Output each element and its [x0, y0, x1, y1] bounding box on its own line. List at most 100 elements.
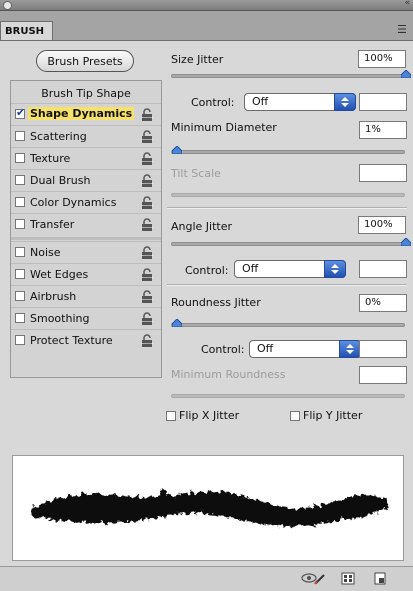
lock-icon[interactable] [141, 174, 153, 187]
select-arrows-icon [324, 260, 346, 278]
angle-jitter-slider[interactable] [171, 238, 411, 246]
list-item-scattering[interactable]: Scattering [11, 125, 161, 147]
checkbox-protect-texture[interactable] [15, 335, 25, 345]
minimum-diameter-slider[interactable] [171, 146, 405, 154]
lock-icon[interactable] [141, 312, 153, 325]
bottom-toolbar [0, 566, 413, 591]
tab-row: BRUSH ☰ [0, 11, 413, 41]
tab-brush[interactable]: BRUSH [0, 21, 53, 40]
brush-presets-button[interactable]: Brush Presets [36, 50, 134, 72]
select-arrows-icon [334, 93, 356, 111]
new-preset-icon[interactable] [373, 572, 387, 585]
flip-x-checkbox[interactable] [166, 411, 176, 421]
list-item-shape-dynamics[interactable]: Shape Dynamics [11, 103, 161, 125]
slider-thumb-icon[interactable] [401, 70, 411, 78]
slider-thumb-icon[interactable] [172, 146, 182, 154]
size-control-label: Control: [191, 96, 235, 109]
roundness-control-select[interactable]: Off [249, 340, 361, 358]
list-item-label: Smoothing [30, 312, 90, 325]
double-arrow-icon[interactable]: « [404, 0, 410, 8]
brush-stroke-image [31, 489, 389, 527]
list-item-dual-brush[interactable]: Dual Brush [11, 169, 161, 191]
list-item-label: Protect Texture [30, 334, 113, 347]
flip-y-checkbox[interactable] [290, 411, 300, 421]
list-item-label: Transfer [30, 218, 75, 231]
checkbox-noise[interactable] [15, 247, 25, 257]
list-item-protect-texture[interactable]: Protect Texture [11, 329, 161, 351]
size-control-field[interactable] [359, 93, 407, 111]
brush-panel: « BRUSH ☰ Brush Presets Brush Tip Shape … [0, 0, 413, 591]
list-item-noise[interactable]: Noise [11, 241, 161, 263]
list-item-label: Airbrush [30, 290, 77, 303]
size-jitter-label: Size Jitter [171, 53, 224, 66]
list-item-smoothing[interactable]: Smoothing [11, 307, 161, 329]
checkbox-airbrush[interactable] [15, 291, 25, 301]
size-jitter-slider[interactable] [171, 70, 411, 78]
checkbox-transfer[interactable] [15, 219, 25, 229]
list-separator [11, 237, 161, 240]
lock-icon[interactable] [141, 246, 153, 259]
close-dot-icon[interactable] [3, 1, 12, 10]
flip-y-label: Flip Y Jitter [303, 409, 363, 422]
lock-icon[interactable] [141, 152, 153, 165]
flip-x-label: Flip X Jitter [179, 409, 240, 422]
checkbox-dual-brush[interactable] [15, 175, 25, 185]
angle-jitter-label: Angle Jitter [171, 220, 233, 233]
size-control-select[interactable]: Off [244, 93, 356, 111]
list-item-label: Scattering [30, 130, 87, 143]
toggle-live-tip-icon[interactable] [301, 572, 327, 585]
list-item-label: Texture [30, 152, 71, 165]
list-item-label: Shape Dynamics [28, 107, 135, 120]
select-arrows-icon [339, 340, 361, 358]
checkbox-texture[interactable] [15, 153, 25, 163]
brush-tip-shape-item[interactable]: Brush Tip Shape [11, 87, 161, 100]
checkbox-smoothing[interactable] [15, 313, 25, 323]
brush-settings-list: Brush Tip Shape Shape Dynamics Scattering… [10, 80, 162, 378]
roundness-control-label: Control: [201, 343, 245, 356]
lock-icon[interactable] [141, 268, 153, 281]
lock-icon[interactable] [141, 130, 153, 143]
slider-thumb-icon[interactable] [172, 319, 182, 327]
roundness-jitter-field[interactable]: 0% [359, 294, 407, 312]
list-item-label: Dual Brush [30, 174, 91, 187]
roundness-jitter-label: Roundness Jitter [171, 296, 261, 309]
panel-menu-icon[interactable]: ☰ [397, 24, 409, 35]
checkbox-color-dynamics[interactable] [15, 197, 25, 207]
list-item-color-dynamics[interactable]: Color Dynamics [11, 191, 161, 213]
list-item-wet-edges[interactable]: Wet Edges [11, 263, 161, 285]
angle-control-value: Off [242, 262, 259, 275]
roundness-control-field[interactable] [359, 340, 407, 358]
lock-icon[interactable] [141, 218, 153, 231]
roundness-jitter-slider[interactable] [171, 319, 405, 327]
slider-thumb-icon[interactable] [401, 238, 411, 246]
angle-control-field[interactable] [359, 260, 407, 278]
list-item-label: Color Dynamics [30, 196, 117, 209]
lock-icon[interactable] [141, 108, 153, 121]
list-item-label: Noise [30, 246, 61, 259]
lock-icon[interactable] [141, 290, 153, 303]
list-item-texture[interactable]: Texture [11, 147, 161, 169]
checkbox-scattering[interactable] [15, 131, 25, 141]
minimum-diameter-label: Minimum Diameter [171, 121, 277, 134]
list-item-label: Wet Edges [30, 268, 89, 281]
panel-titlebar[interactable]: « [0, 0, 413, 11]
minimum-roundness-slider [171, 394, 405, 398]
size-jitter-field[interactable]: 100% [358, 50, 406, 68]
tilt-scale-label: Tilt Scale [171, 167, 221, 180]
brush-stroke-preview [12, 455, 404, 561]
size-control-value: Off [252, 95, 269, 108]
angle-control-label: Control: [185, 264, 229, 277]
lock-icon[interactable] [141, 196, 153, 209]
tilt-scale-slider [171, 193, 405, 197]
minimum-roundness-field [359, 366, 407, 384]
angle-jitter-field[interactable]: 100% [358, 216, 406, 234]
brush-projection-icon[interactable] [341, 572, 355, 585]
list-item-airbrush[interactable]: Airbrush [11, 285, 161, 307]
list-item-transfer[interactable]: Transfer [11, 213, 161, 235]
divider [167, 207, 407, 209]
lock-icon[interactable] [141, 334, 153, 347]
checkbox-shape-dynamics[interactable] [15, 106, 25, 119]
checkbox-wet-edges[interactable] [15, 269, 25, 279]
angle-control-select[interactable]: Off [234, 260, 346, 278]
minimum-diameter-field[interactable]: 1% [359, 121, 407, 139]
